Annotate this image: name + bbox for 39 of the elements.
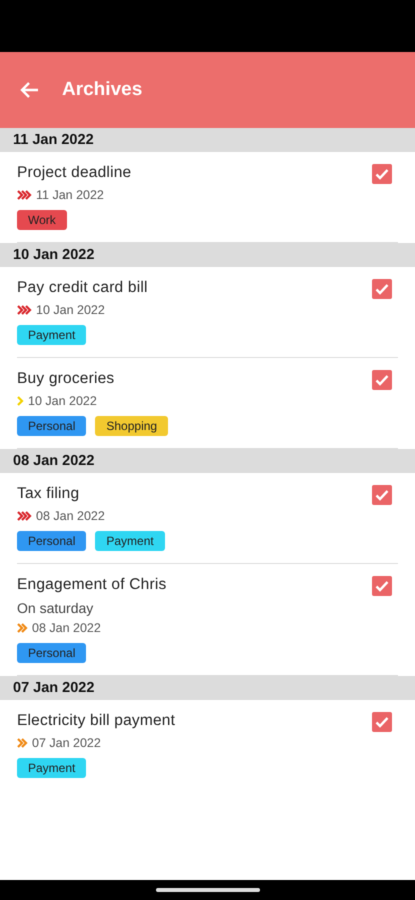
- task-title: Buy groceries: [17, 369, 116, 389]
- priority-chevron-icon: [17, 511, 32, 521]
- tag-label[interactable]: Shopping: [95, 416, 168, 436]
- task-note: On saturday: [17, 600, 94, 616]
- screen-title: Archives: [62, 79, 142, 101]
- task-date: 10 Jan 2022: [36, 303, 105, 317]
- checkbox[interactable]: [372, 485, 392, 505]
- tag-label[interactable]: Personal: [17, 643, 86, 663]
- home-handle-icon[interactable]: [156, 888, 260, 892]
- priority-chevron-icon: [17, 190, 32, 200]
- task-title: Tax filing: [17, 484, 80, 504]
- task-title: Electricity bill payment: [17, 711, 176, 731]
- priority-chevron-icon: [17, 396, 24, 406]
- tag-label[interactable]: Work: [17, 210, 67, 230]
- checkbox[interactable]: [372, 712, 392, 732]
- date-header: 08 Jan 2022: [0, 449, 415, 473]
- tag-label[interactable]: Payment: [95, 531, 165, 551]
- tag-label[interactable]: Payment: [17, 758, 86, 778]
- task-date: 08 Jan 2022: [36, 509, 105, 523]
- tag-label[interactable]: Personal: [17, 531, 86, 551]
- priority-chevron-icon: [17, 623, 28, 633]
- tag-label[interactable]: Personal: [17, 416, 86, 436]
- date-header: 10 Jan 2022: [0, 243, 415, 267]
- task-date: 11 Jan 2022: [36, 188, 104, 202]
- task-date: 07 Jan 2022: [32, 736, 101, 750]
- date-header: 07 Jan 2022: [0, 676, 415, 700]
- task-title: Pay credit card bill: [17, 278, 149, 298]
- priority-chevron-icon: [17, 738, 28, 748]
- priority-chevron-icon: [17, 305, 32, 315]
- task-date: 08 Jan 2022: [32, 621, 101, 635]
- checkbox[interactable]: [372, 164, 392, 184]
- task-date: 10 Jan 2022: [28, 394, 97, 408]
- tag-label[interactable]: Payment: [17, 325, 86, 345]
- task-title: Engagement of Chris: [17, 575, 168, 595]
- checkbox[interactable]: [372, 576, 392, 596]
- checkbox[interactable]: [372, 370, 392, 390]
- date-header: 11 Jan 2022: [0, 128, 415, 152]
- task-title: Project deadline: [17, 163, 132, 183]
- checkbox[interactable]: [372, 279, 392, 299]
